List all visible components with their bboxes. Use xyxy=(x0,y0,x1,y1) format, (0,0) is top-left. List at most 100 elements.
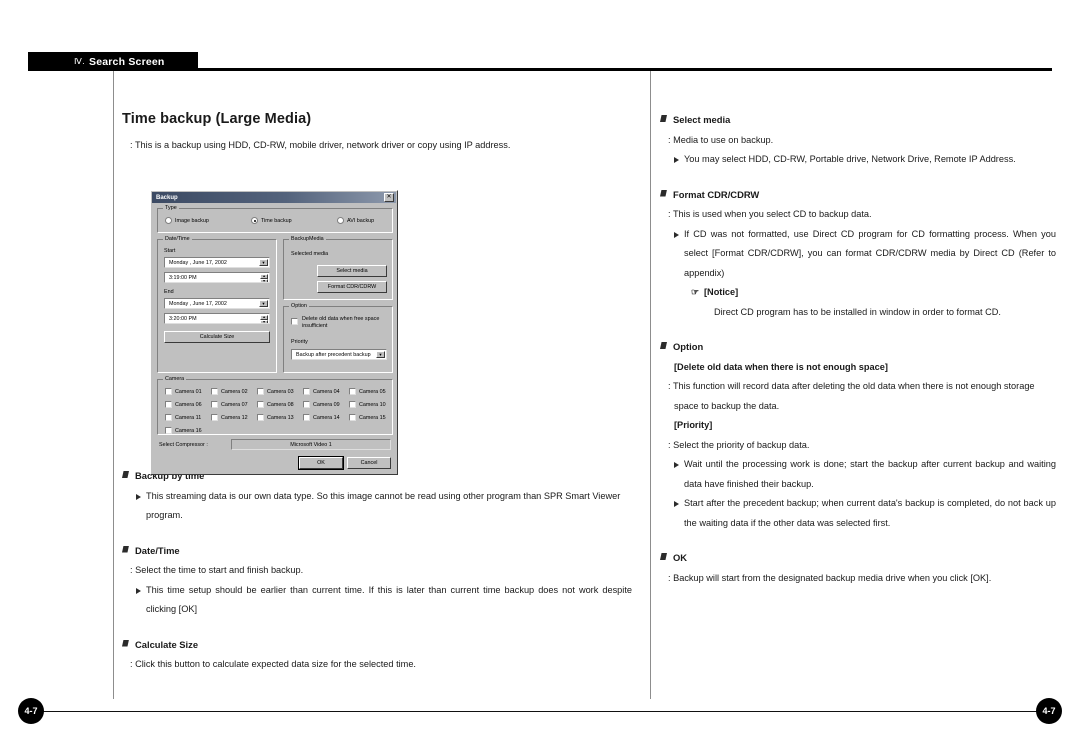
backup-dialog-screenshot: Backup ✕ Type Image backup Time backup A… xyxy=(150,190,398,475)
camera-checkbox-03[interactable]: Camera 03 xyxy=(257,388,294,395)
end-label: End xyxy=(164,289,174,295)
checkbox-icon xyxy=(257,401,264,408)
flag-bullet-icon xyxy=(122,545,129,553)
start-time-value: 3:19:00 PM xyxy=(169,274,197,281)
notice-body-text: Direct CD program has to be installed in… xyxy=(714,306,1001,317)
start-time-spinner[interactable]: 3:19:00 PM ▲ ▼ xyxy=(164,272,270,283)
radio-image-backup[interactable]: Image backup xyxy=(165,217,251,224)
camera-label: Camera 09 xyxy=(313,401,340,408)
camera-checkbox-10[interactable]: Camera 10 xyxy=(349,401,386,408)
camera-label: Camera 03 xyxy=(267,388,294,395)
chevron-down-icon[interactable]: ▼ xyxy=(259,300,268,307)
close-icon[interactable]: ✕ xyxy=(384,193,394,202)
notice-heading: ☞ [Notice] xyxy=(660,283,1056,303)
checkbox-icon xyxy=(165,414,172,421)
camera-checkbox-07[interactable]: Camera 07 xyxy=(211,401,248,408)
camera-label: Camera 04 xyxy=(313,388,340,395)
camera-checkbox-04[interactable]: Camera 04 xyxy=(303,388,340,395)
priority-value: Backup after precedent backup xyxy=(296,351,371,358)
select-media-bullet: You may select HDD, CD-RW, Portable driv… xyxy=(660,150,1056,170)
camera-checkbox-09[interactable]: Camera 09 xyxy=(303,401,340,408)
section-title: Search Screen xyxy=(88,55,165,68)
camera-label: Camera 16 xyxy=(175,427,202,434)
camera-checkbox-14[interactable]: Camera 14 xyxy=(303,414,340,421)
delete-old-data-text: : This function will record data after d… xyxy=(668,381,1035,411)
notice-label: [Notice] xyxy=(704,287,739,297)
start-date-combo[interactable]: Monday , June 17, 2002 ▼ xyxy=(164,257,270,268)
type-radio-row: Image backup Time backup AVI backup xyxy=(165,217,387,224)
radio-dot-icon xyxy=(337,217,344,224)
checkbox-icon xyxy=(303,388,310,395)
radio-dot-icon xyxy=(251,217,258,224)
priority-combo[interactable]: Backup after precedent backup ▼ xyxy=(291,349,387,360)
page-title: Time backup (Large Media) xyxy=(122,111,312,127)
delete-old-data-heading: [Delete old data when there is not enoug… xyxy=(674,361,888,372)
type-group-legend: Type xyxy=(163,205,179,211)
triangle-bullet-icon xyxy=(674,157,679,163)
chevron-down-icon[interactable]: ▼ xyxy=(259,259,268,266)
checkbox-icon xyxy=(349,401,356,408)
select-media-button[interactable]: Select media xyxy=(317,265,387,277)
checkbox-icon xyxy=(303,401,310,408)
dialog-cancel-button[interactable]: Cancel xyxy=(347,457,391,469)
column-divider xyxy=(650,71,651,699)
camera-label: Camera 15 xyxy=(359,414,386,421)
bullet-text: If CD was not formatted, use Direct CD p… xyxy=(684,228,1056,278)
camera-label: Camera 08 xyxy=(267,401,294,408)
camera-checkbox-08[interactable]: Camera 08 xyxy=(257,401,294,408)
camera-checkbox-13[interactable]: Camera 13 xyxy=(257,414,294,421)
backup-by-time-bullet: This streaming data is our own data type… xyxy=(122,487,632,526)
heading-select-media: Select media xyxy=(660,110,1056,130)
heading-option: Option xyxy=(660,337,1056,357)
start-date-value: Monday , June 17, 2002 xyxy=(169,259,227,266)
camera-checkbox-02[interactable]: Camera 02 xyxy=(211,388,248,395)
end-time-spinner[interactable]: 3:20:00 PM ▲ ▼ xyxy=(164,313,270,324)
camera-checkbox-16[interactable]: Camera 16 xyxy=(165,427,202,434)
dialog-titlebar: Backup ✕ xyxy=(152,192,396,203)
camera-checkbox-06[interactable]: Camera 06 xyxy=(165,401,202,408)
radio-dot-icon xyxy=(165,217,172,224)
radio-label: AVI backup xyxy=(347,217,375,224)
bullet-text: You may select HDD, CD-RW, Portable driv… xyxy=(684,154,1016,164)
radio-time-backup[interactable]: Time backup xyxy=(251,217,337,224)
camera-checkbox-01[interactable]: Camera 01 xyxy=(165,388,202,395)
heading-format-cdr-cdrw: Format CDR/CDRW xyxy=(660,185,1056,205)
camera-label: Camera 12 xyxy=(221,414,248,421)
format-cdr-cdrw-button[interactable]: Format CDR/CDRW xyxy=(317,281,387,293)
flag-bullet-icon xyxy=(660,189,667,197)
section-header-bar: Ⅳ. Search Screen xyxy=(28,52,198,71)
compressor-field[interactable]: Microsoft Video 1 xyxy=(231,439,391,450)
end-time-value: 3:20:00 PM xyxy=(169,315,197,322)
heading-label: Date/Time xyxy=(135,544,180,556)
heading-label: Format CDR/CDRW xyxy=(673,188,760,200)
camera-label: Camera 06 xyxy=(175,401,202,408)
date-time-bullet: This time setup should be earlier than c… xyxy=(122,581,632,620)
delete-old-data-label: Delete old data when free space insuffic… xyxy=(302,316,380,329)
option-group-legend: Option xyxy=(289,303,309,309)
checkbox-icon xyxy=(349,414,356,421)
intro-text: : This is a backup using HDD, CD-RW, mob… xyxy=(130,139,511,150)
checkbox-icon xyxy=(257,388,264,395)
camera-checkbox-05[interactable]: Camera 05 xyxy=(349,388,386,395)
checkbox-icon xyxy=(349,388,356,395)
end-date-combo[interactable]: Monday , June 17, 2002 ▼ xyxy=(164,298,270,309)
spinner-icon[interactable]: ▲ ▼ xyxy=(260,274,268,282)
bullet-text: This streaming data is our own data type… xyxy=(146,490,621,521)
dialog-ok-button[interactable]: OK xyxy=(298,456,344,470)
select-media-colon-text: : Media to use on backup. xyxy=(668,134,774,145)
camera-checkbox-11[interactable]: Camera 11 xyxy=(165,414,201,421)
backup-media-legend: BackupMedia xyxy=(289,236,326,242)
delete-old-data-checkbox[interactable] xyxy=(291,318,298,325)
priority-heading: [Priority] xyxy=(674,420,713,430)
camera-checkbox-15[interactable]: Camera 15 xyxy=(349,414,386,421)
camera-label: Camera 02 xyxy=(221,388,248,395)
right-column: Select media : Media to use on backup. Y… xyxy=(660,110,1056,588)
camera-checkbox-12[interactable]: Camera 12 xyxy=(211,414,248,421)
chevron-down-icon[interactable]: ▼ xyxy=(376,351,385,358)
spinner-icon[interactable]: ▲ ▼ xyxy=(260,315,268,323)
pointing-hand-icon: ☞ xyxy=(691,287,700,297)
radio-avi-backup[interactable]: AVI backup xyxy=(337,217,374,224)
left-margin-divider xyxy=(113,71,114,699)
calculate-size-button[interactable]: Calculate Size xyxy=(164,331,270,343)
triangle-bullet-icon xyxy=(674,462,679,468)
